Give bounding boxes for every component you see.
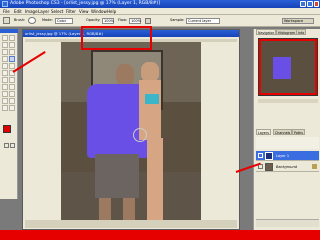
menu-help[interactable]: Help <box>107 9 116 14</box>
clone-stamp-icon[interactable] <box>2 63 8 69</box>
lasso-tool-icon[interactable] <box>2 42 8 48</box>
quick-mask-icon[interactable] <box>4 143 9 148</box>
layer-thumbnail <box>265 163 273 171</box>
layer-visibility-eye-icon[interactable] <box>258 153 263 158</box>
tab-histogram[interactable]: Histogram <box>276 29 298 35</box>
marquee-tool-icon[interactable] <box>9 35 15 41</box>
photo-woman-head <box>141 62 159 82</box>
opacity-field[interactable]: 100% <box>102 18 114 24</box>
layer-thumbnail <box>265 152 273 160</box>
brush-cursor <box>133 128 147 142</box>
eraser-tool-icon[interactable] <box>2 70 8 76</box>
mode-label: Mode: <box>42 18 53 22</box>
menu-window[interactable]: Window <box>91 9 107 14</box>
airbrush-icon[interactable] <box>145 18 151 24</box>
healing-brush-icon[interactable] <box>2 56 8 62</box>
maximize-button[interactable] <box>307 1 313 7</box>
navigator-view-box[interactable] <box>259 39 317 95</box>
layer-options-row <box>256 137 319 149</box>
tab-navigator[interactable]: Navigator <box>256 29 277 35</box>
menu-file[interactable]: File <box>3 9 10 14</box>
photo-woman-top <box>145 94 159 104</box>
layer-name: Background <box>276 165 297 169</box>
tab-info[interactable]: Info <box>296 29 307 35</box>
photoshop-icon <box>2 1 8 7</box>
minimize-button[interactable] <box>300 1 306 7</box>
tab-paths[interactable]: Paths <box>292 129 305 135</box>
eyedropper-icon[interactable] <box>9 98 15 104</box>
screen-mode-icon[interactable] <box>10 143 15 148</box>
photo-man-shorts <box>95 154 139 198</box>
foreground-color-swatch[interactable] <box>3 125 11 133</box>
crop-tool-icon[interactable] <box>2 49 8 55</box>
notes-tool-icon[interactable] <box>2 98 8 104</box>
type-tool-icon[interactable] <box>9 84 15 90</box>
pen-tool-icon[interactable] <box>2 84 8 90</box>
toolbox <box>0 29 18 199</box>
layers-panel-footer <box>256 219 319 227</box>
layer-name: Layer 1 <box>276 154 290 158</box>
menu-bar: File Edit Image Layer Select Filter View… <box>0 8 320 15</box>
navigator-preview[interactable] <box>258 38 318 96</box>
layer-row-layer-1[interactable]: Layer 1 <box>256 151 319 161</box>
window-title: Adobe Photoshop CS3 - [orlist_jessy.jpg … <box>10 1 161 6</box>
tab-channels[interactable]: Channels <box>273 129 293 135</box>
highlight-box <box>81 26 152 50</box>
flow-label: Flow: <box>118 18 127 22</box>
dodge-tool-icon[interactable] <box>9 77 15 83</box>
lock-icon <box>312 164 317 169</box>
path-select-icon[interactable] <box>2 91 8 97</box>
flow-field[interactable]: 100% <box>129 18 141 24</box>
brush-preset-picker[interactable] <box>28 17 36 24</box>
right-panels: Navigator Histogram Info Layers Channels… <box>253 29 320 230</box>
menu-layer[interactable]: Layer <box>38 9 49 14</box>
slice-tool-icon[interactable] <box>9 49 15 55</box>
toolbox-header <box>0 29 18 33</box>
brush-tool-icon[interactable] <box>3 17 10 24</box>
photo-canvas[interactable] <box>61 42 201 228</box>
tab-layers[interactable]: Layers <box>256 129 271 135</box>
document-window: orlist_jessy.jpg @ 17% (Layer 1, RGB/8#) <box>22 29 240 230</box>
blur-tool-icon[interactable] <box>2 77 8 83</box>
shape-tool-icon[interactable] <box>9 91 15 97</box>
sample-label: Sample: <box>170 18 185 22</box>
sample-select[interactable]: Current layer <box>186 18 220 24</box>
navigator-zoom-slider[interactable] <box>258 99 318 103</box>
menu-filter[interactable]: Filter <box>66 9 76 14</box>
move-tool-icon[interactable] <box>2 35 8 41</box>
mode-select[interactable]: Color <box>55 18 73 24</box>
options-bar: Brush: Mode: Color Opacity: 100% Flow: 1… <box>0 15 320 50</box>
brush-tool-icon[interactable] <box>9 56 15 62</box>
bottom-border <box>0 230 320 240</box>
menu-image[interactable]: Image <box>25 9 38 14</box>
status-bar <box>25 220 237 228</box>
photo-man-head <box>116 64 134 86</box>
layer-row-background[interactable]: Background <box>256 162 319 172</box>
workspace-button[interactable]: Workspace <box>282 18 314 24</box>
history-brush-icon[interactable] <box>9 63 15 69</box>
menu-edit[interactable]: Edit <box>14 9 22 14</box>
magic-wand-icon[interactable] <box>9 42 15 48</box>
opacity-label: Opacity: <box>86 18 101 22</box>
menu-select[interactable]: Select <box>51 9 63 14</box>
zoom-tool-icon[interactable] <box>9 105 15 111</box>
hand-tool-icon[interactable] <box>2 105 8 111</box>
brush-label: Brush: <box>14 18 26 22</box>
photo-woman-legs <box>147 138 163 228</box>
close-button[interactable] <box>314 1 319 7</box>
title-bar: Adobe Photoshop CS3 - [orlist_jessy.jpg … <box>0 0 320 8</box>
menu-view[interactable]: View <box>79 9 89 14</box>
